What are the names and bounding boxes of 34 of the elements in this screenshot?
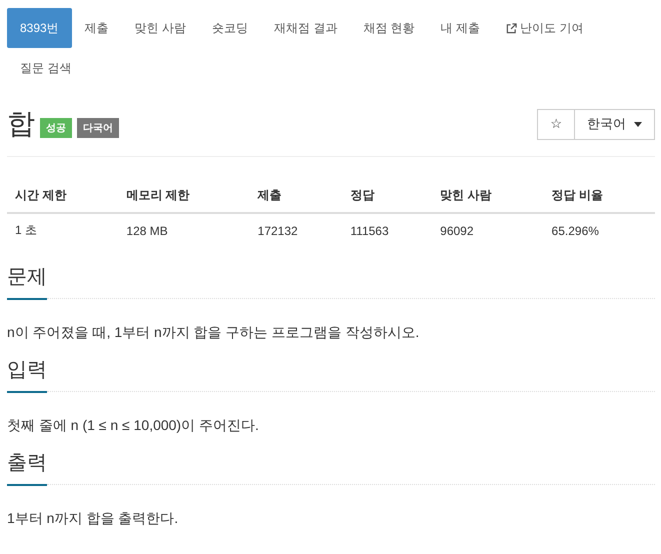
caret-icon bbox=[634, 122, 642, 126]
column-header: 메모리 제한 bbox=[118, 179, 250, 213]
problem-tab[interactable]: 숏코딩 bbox=[199, 8, 262, 48]
section-text: 첫째 줄에 n (1 ≤ n ≤ 10,000)이 주어진다. bbox=[7, 417, 260, 435]
section-heading: 문제 bbox=[7, 263, 47, 300]
external-link-icon bbox=[506, 23, 518, 34]
section-heading: 입력 bbox=[7, 356, 47, 393]
problem-tab[interactable]: 질문 검색 bbox=[7, 48, 84, 88]
column-header: 정답 비율 bbox=[544, 179, 655, 213]
language-dropdown[interactable]: 한국어 bbox=[575, 108, 655, 140]
section-text: n이 주어졌을 때, 1부터 n까지 합을 구하는 프로그램을 작성하시오. bbox=[7, 324, 420, 342]
table-cell: 96092 bbox=[432, 213, 544, 247]
problem-tab[interactable]: 재채점 결과 bbox=[261, 8, 350, 48]
problem-tab[interactable]: 채점 현황 bbox=[350, 8, 428, 48]
problem-title: 합 bbox=[7, 108, 35, 140]
section-text: 1부터 n까지 합을 출력한다. bbox=[7, 510, 180, 528]
favorite-button[interactable]: ☆ bbox=[537, 108, 575, 140]
column-header: 정답 bbox=[342, 179, 432, 213]
problem-tab[interactable]: 맞힌 사람 bbox=[122, 8, 200, 48]
table-cell: 111563 bbox=[342, 213, 432, 247]
table-cell: 172132 bbox=[250, 213, 342, 247]
table-cell: 128 MB bbox=[118, 213, 250, 247]
problem-tab[interactable]: 8393번 bbox=[7, 8, 72, 48]
problem-tab[interactable]: 제출 bbox=[72, 8, 122, 48]
column-header: 제출 bbox=[250, 179, 342, 213]
status-label: 다국어 bbox=[77, 118, 119, 138]
problem-tab[interactable]: 난이도 기여 bbox=[493, 8, 596, 48]
column-header: 맞힌 사람 bbox=[432, 179, 544, 213]
column-header: 시간 제한 bbox=[7, 179, 118, 213]
status-label: 성공 bbox=[40, 118, 72, 138]
table-cell: 65.296% bbox=[544, 213, 655, 247]
table-cell: 1 초 bbox=[7, 213, 118, 247]
problem-tab[interactable]: 내 제출 bbox=[428, 8, 494, 48]
section-heading: 출력 bbox=[7, 449, 47, 486]
